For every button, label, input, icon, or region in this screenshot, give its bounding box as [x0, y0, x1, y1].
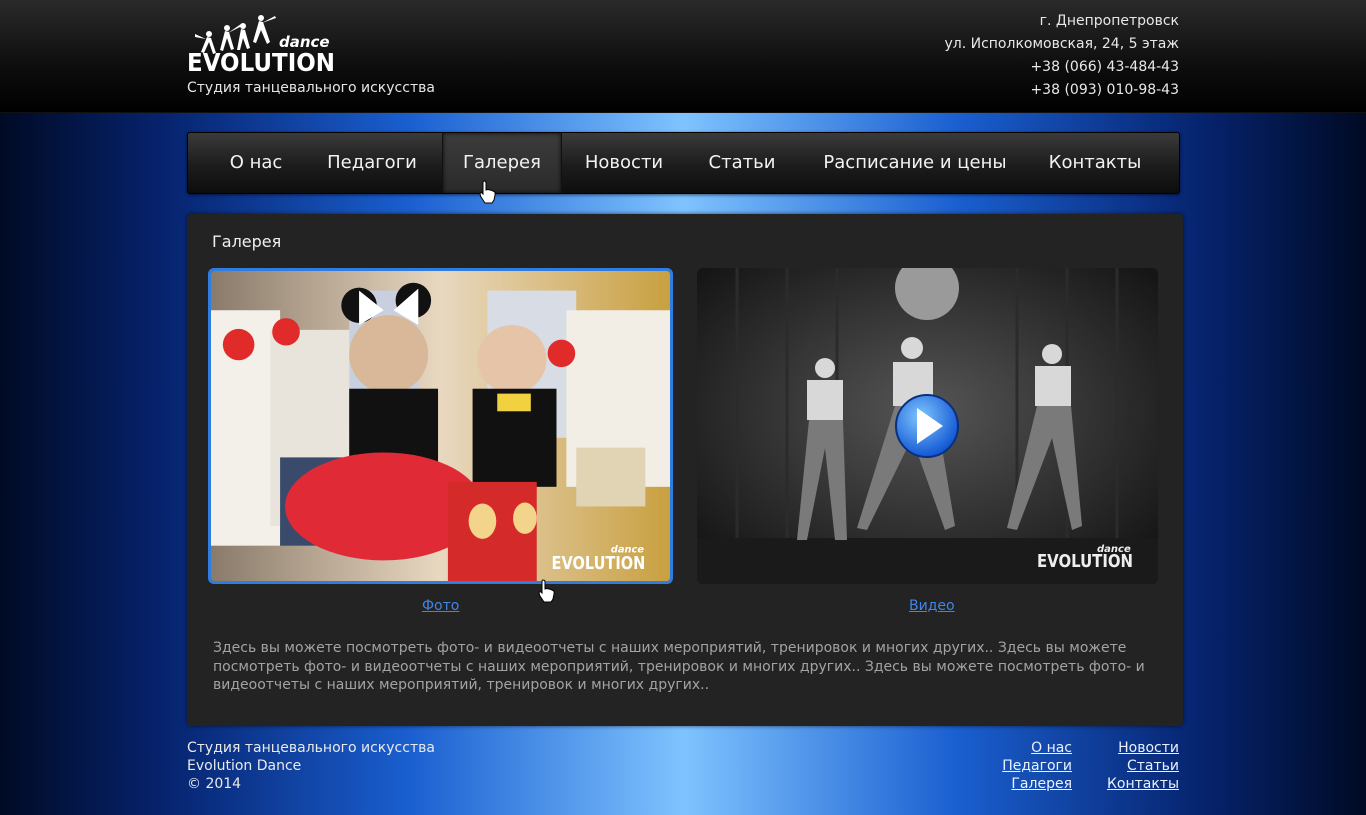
- dancers-logo-icon: dance EVOLUTION: [187, 15, 335, 77]
- photo-link[interactable]: Фото: [422, 598, 459, 614]
- nav-item-about[interactable]: О нас: [212, 133, 300, 193]
- footer-link-teachers[interactable]: Педагоги: [1002, 757, 1072, 775]
- video-thumbnail[interactable]: dance EVOLUTION: [697, 268, 1158, 584]
- svg-text:EVOLUTION: EVOLUTION: [1037, 551, 1133, 572]
- main-nav: О нас Педагоги Галерея Новости Статьи Ра…: [187, 132, 1180, 194]
- nav-item-articles[interactable]: Статьи: [698, 133, 786, 193]
- footer-link-news[interactable]: Новости: [1107, 739, 1179, 757]
- footer-link-contacts[interactable]: Контакты: [1107, 775, 1179, 793]
- footer-line-3: © 2014: [187, 776, 242, 792]
- contact-info: г. Днепропетровск ул. Исполкомовская, 24…: [944, 10, 1179, 102]
- svg-text:EVOLUTION: EVOLUTION: [187, 48, 335, 74]
- nav-item-gallery[interactable]: Галерея: [442, 133, 562, 193]
- hand-pointer-icon: [538, 579, 555, 603]
- site-tagline: Студия танцевального искусства: [187, 80, 435, 96]
- video-link[interactable]: Видео: [909, 598, 955, 614]
- footer-nav-col-2: Новости Статьи Контакты: [1107, 739, 1179, 793]
- play-icon: [895, 394, 959, 458]
- footer-link-gallery[interactable]: Галерея: [1002, 775, 1072, 793]
- footer-nav-col-1: О нас Педагоги Галерея: [1002, 739, 1072, 793]
- svg-text:EVOLUTION: EVOLUTION: [552, 554, 646, 574]
- hand-pointer-icon: [479, 180, 496, 204]
- photo-thumbnail[interactable]: dance EVOLUTION: [208, 268, 673, 584]
- nav-item-teachers[interactable]: Педагоги: [312, 133, 432, 193]
- gallery-panel: Галерея dance EVOLUTION dance EVOLUTION …: [187, 214, 1183, 726]
- footer-link-articles[interactable]: Статьи: [1107, 757, 1179, 775]
- contact-phone-2: +38 (093) 010-98-43: [1030, 82, 1179, 98]
- site-logo[interactable]: dance EVOLUTION: [187, 12, 337, 77]
- contact-address: ул. Исполкомовская, 24, 5 этаж: [944, 36, 1179, 52]
- contact-city: г. Днепропетровск: [1039, 13, 1179, 29]
- photo-image: dance EVOLUTION: [211, 271, 670, 581]
- page-title: Галерея: [212, 232, 282, 251]
- contact-phone-1: +38 (066) 43-484-43: [1030, 59, 1179, 75]
- footer-link-about[interactable]: О нас: [1002, 739, 1072, 757]
- nav-item-news[interactable]: Новости: [574, 133, 674, 193]
- nav-item-schedule[interactable]: Расписание и цены: [812, 133, 1018, 193]
- site-header: dance EVOLUTION Студия танцевального иск…: [0, 0, 1366, 113]
- footer-line-2: Evolution Dance: [187, 758, 302, 774]
- footer-line-1: Студия танцевального искусства: [187, 740, 435, 756]
- footer-info: Студия танцевального искусства Evolution…: [187, 739, 435, 793]
- video-image: dance EVOLUTION: [697, 268, 1158, 584]
- gallery-description: Здесь вы можете посмотреть фото- и видео…: [213, 640, 1145, 693]
- nav-item-contacts[interactable]: Контакты: [1040, 133, 1150, 193]
